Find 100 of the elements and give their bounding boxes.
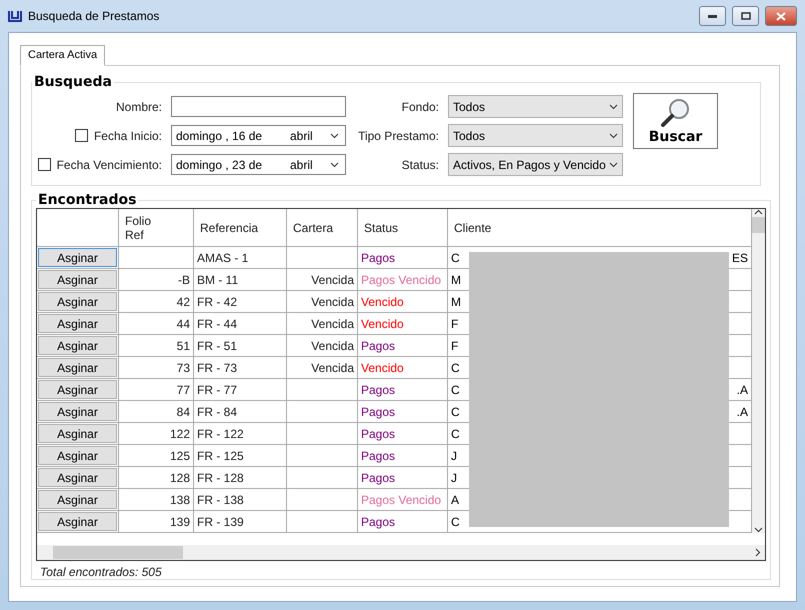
scrollbar-thumb[interactable] (752, 217, 765, 233)
field-label: Fecha Vencimiento: (56, 158, 162, 172)
chevron-down-icon (609, 162, 618, 168)
assign-button[interactable]: Asginar (38, 512, 117, 531)
table-cell: .A (736, 404, 748, 418)
dropdown[interactable]: Activos, En Pagos y Vencido (448, 153, 623, 176)
table-cell: BM - 11 (194, 269, 287, 291)
status-cell: Pagos (358, 423, 448, 445)
table-cell (287, 467, 358, 489)
checkbox[interactable] (74, 129, 88, 142)
assign-button[interactable]: Asginar (38, 424, 117, 443)
status-cell: Pagos (358, 247, 448, 269)
assign-button[interactable]: Asginar (38, 468, 117, 487)
assign-button[interactable]: Asginar (38, 248, 117, 267)
table-cell: 125 (119, 445, 194, 467)
assign-button[interactable]: Asginar (38, 380, 117, 399)
dropdown[interactable]: Todos (448, 95, 623, 118)
assign-button[interactable]: Asginar (38, 446, 117, 465)
table-cell: FR - 51 (194, 335, 287, 357)
status-cell: Pagos (358, 511, 448, 533)
table-cell: C (451, 426, 460, 440)
checkbox[interactable] (38, 158, 51, 171)
column-header: Cartera (287, 209, 358, 247)
field-label: Nombre: (116, 100, 162, 114)
status-cell: Pagos (358, 335, 448, 357)
table-cell (287, 247, 358, 269)
field-label: Status: (402, 158, 439, 172)
table-cell: 84 (119, 401, 194, 423)
chevron-down-icon (330, 132, 339, 138)
status-cell: Pagos (358, 379, 448, 401)
status-cell: Pagos Vencido (358, 269, 448, 291)
assign-button[interactable]: Asginar (38, 402, 117, 421)
table-cell: FR - 44 (194, 313, 287, 335)
scrollbar-thumb[interactable] (53, 546, 183, 559)
table-cell: Vencida (287, 335, 358, 357)
table-cell: 73 (119, 357, 194, 379)
chevron-right-icon (755, 548, 761, 557)
maximize-icon (740, 12, 750, 20)
table-cell: 138 (119, 489, 194, 511)
vertical-scrollbar[interactable] (752, 209, 765, 533)
status-cell: Pagos (358, 467, 448, 489)
status-cell: Pagos (358, 401, 448, 423)
table-cell (287, 489, 358, 511)
column-header: Folio Ref (119, 209, 194, 247)
column-header: Status (358, 209, 448, 247)
chevron-down-icon (754, 527, 763, 533)
maximize-button[interactable] (732, 6, 759, 26)
dropdown[interactable]: Todos (448, 124, 623, 147)
table-cell (287, 401, 358, 423)
table-cell: 122 (119, 423, 194, 445)
date-picker[interactable]: domingo , 16 de abril (171, 125, 346, 146)
table-cell: C (451, 250, 460, 264)
field-label: Tipo Prestamo: (358, 128, 439, 142)
table-cell: Vencida (287, 357, 358, 379)
table-cell: 128 (119, 467, 194, 489)
table-cell: 77 (119, 379, 194, 401)
table-cell: F (451, 338, 458, 352)
group-title: Encontrados (37, 192, 138, 208)
status-cell: Pagos Vencido (358, 489, 448, 511)
name-field[interactable] (171, 96, 346, 117)
table-cell: C (451, 382, 460, 396)
table-cell: F (451, 316, 458, 330)
table-cell: FR - 128 (194, 467, 287, 489)
window-title: Busqueda de Prestamos (28, 9, 160, 23)
table-cell: FR - 139 (194, 511, 287, 533)
close-button[interactable] (765, 6, 797, 26)
table-cell: C (451, 404, 460, 418)
table-cell: FR - 73 (194, 357, 287, 379)
table-cell (287, 379, 358, 401)
assign-button[interactable]: Asginar (38, 336, 117, 355)
status-cell: Pagos (358, 445, 448, 467)
table-cell: FR - 138 (194, 489, 287, 511)
date-picker[interactable]: domingo , 23 de abril (171, 154, 346, 175)
assign-button[interactable]: Asginar (38, 314, 117, 333)
table-cell (287, 511, 358, 533)
assign-button[interactable]: Asginar (38, 490, 117, 509)
assign-button[interactable]: Asginar (38, 270, 117, 289)
table-cell: FR - 42 (194, 291, 287, 313)
table-cell (287, 423, 358, 445)
table-cell: AMAS - 1 (194, 247, 287, 269)
table-cell: 44 (119, 313, 194, 335)
table-cell: M (451, 294, 461, 308)
group-title: Busqueda (33, 74, 113, 90)
table-cell: C (451, 360, 460, 374)
table-cell: FR - 125 (194, 445, 287, 467)
status-cell: Vencido (358, 291, 448, 313)
table-cell: .A (736, 382, 748, 396)
search-button[interactable]: Buscar (633, 93, 718, 149)
assign-button[interactable]: Asginar (38, 292, 117, 311)
chevron-down-icon (330, 162, 339, 168)
table-cell: FR - 122 (194, 423, 287, 445)
minimize-button[interactable] (699, 6, 726, 26)
table-cell: A (451, 492, 460, 506)
table-cell: Vencida (287, 313, 358, 335)
table-cell: 42 (119, 291, 194, 313)
assign-button[interactable]: Asginar (38, 358, 117, 377)
horizontal-scrollbar[interactable] (37, 545, 765, 560)
table-cell: Vencida (287, 291, 358, 313)
tab[interactable]: Cartera Activa (20, 45, 106, 66)
chevron-down-icon (609, 132, 618, 138)
